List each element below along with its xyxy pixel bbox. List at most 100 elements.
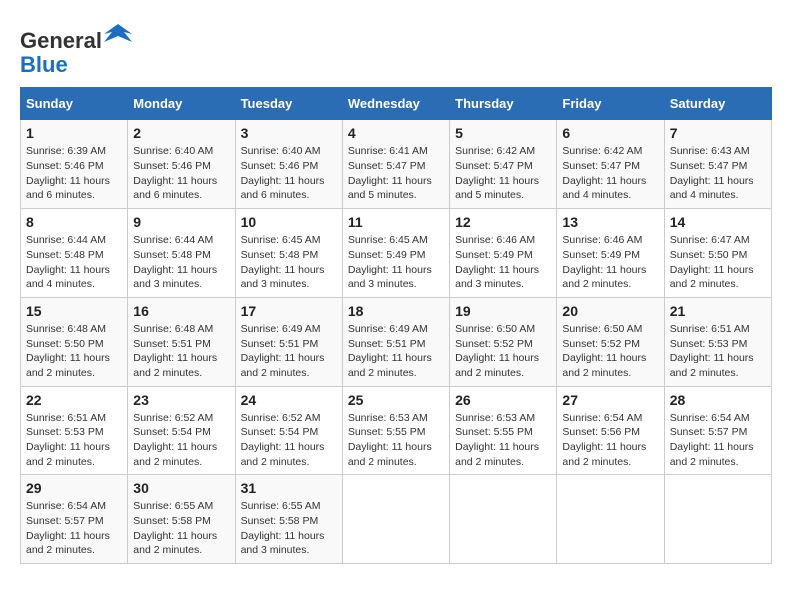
calendar-cell [664,475,771,564]
day-info: Sunrise: 6:45 AMSunset: 5:49 PMDaylight:… [348,233,444,292]
day-number: 31 [241,480,337,496]
calendar-cell: 21 Sunrise: 6:51 AMSunset: 5:53 PMDayligh… [664,297,771,386]
calendar-week-row: 22Sunrise: 6:51 AMSunset: 5:53 PMDayligh… [21,386,772,475]
calendar-cell: 3 Sunrise: 6:40 AMSunset: 5:46 PMDaylight… [235,120,342,209]
day-number: 3 [241,125,337,141]
day-number: 13 [562,214,658,230]
calendar-cell: 16Sunrise: 6:48 AMSunset: 5:51 PMDayligh… [128,297,235,386]
day-header-sunday: Sunday [21,88,128,120]
day-info: Sunrise: 6:51 AMSunset: 5:53 PMDaylight:… [670,322,766,381]
calendar-cell: 24 Sunrise: 6:52 AMSunset: 5:54 PMDayligh… [235,386,342,475]
day-info: Sunrise: 6:47 AMSunset: 5:50 PMDaylight:… [670,233,766,292]
day-number: 1 [26,125,122,141]
calendar-cell: 7 Sunrise: 6:43 AMSunset: 5:47 PMDaylight… [664,120,771,209]
day-info: Sunrise: 6:54 AMSunset: 5:57 PMDaylight:… [670,411,766,470]
logo-text: General Blue [20,20,132,77]
day-info: Sunrise: 6:54 AMSunset: 5:56 PMDaylight:… [562,411,658,470]
day-info: Sunrise: 6:55 AMSunset: 5:58 PMDaylight:… [133,499,229,558]
logo-bird-icon [104,20,132,48]
day-info: Sunrise: 6:42 AMSunset: 5:47 PMDaylight:… [562,144,658,203]
day-info: Sunrise: 6:43 AMSunset: 5:47 PMDaylight:… [670,144,766,203]
day-number: 25 [348,392,444,408]
calendar-cell: 15 Sunrise: 6:48 AMSunset: 5:50 PMDayligh… [21,297,128,386]
calendar-cell: 22Sunrise: 6:51 AMSunset: 5:53 PMDayligh… [21,386,128,475]
day-number: 16 [133,303,229,319]
day-number: 22 [26,392,122,408]
calendar-cell: 26 Sunrise: 6:53 AMSunset: 5:55 PMDayligh… [450,386,557,475]
day-number: 23 [133,392,229,408]
calendar-cell: 4 Sunrise: 6:41 AMSunset: 5:47 PMDaylight… [342,120,449,209]
calendar-week-row: 1Sunrise: 6:39 AMSunset: 5:46 PMDaylight… [21,120,772,209]
calendar-week-row: 29 Sunrise: 6:54 AMSunset: 5:57 PMDayligh… [21,475,772,564]
day-info: Sunrise: 6:53 AMSunset: 5:55 PMDaylight:… [348,411,444,470]
calendar-cell: 14 Sunrise: 6:47 AMSunset: 5:50 PMDayligh… [664,209,771,298]
day-info: Sunrise: 6:40 AMSunset: 5:46 PMDaylight:… [133,144,229,203]
day-number: 17 [241,303,337,319]
day-number: 4 [348,125,444,141]
day-number: 19 [455,303,551,319]
day-info: Sunrise: 6:41 AMSunset: 5:47 PMDaylight:… [348,144,444,203]
calendar-cell: 1Sunrise: 6:39 AMSunset: 5:46 PMDaylight… [21,120,128,209]
calendar-cell: 5 Sunrise: 6:42 AMSunset: 5:47 PMDaylight… [450,120,557,209]
day-info: Sunrise: 6:49 AMSunset: 5:51 PMDaylight:… [348,322,444,381]
day-number: 14 [670,214,766,230]
calendar-cell: 29 Sunrise: 6:54 AMSunset: 5:57 PMDayligh… [21,475,128,564]
day-number: 6 [562,125,658,141]
day-info: Sunrise: 6:52 AMSunset: 5:54 PMDaylight:… [133,411,229,470]
day-number: 26 [455,392,551,408]
calendar-week-row: 15 Sunrise: 6:48 AMSunset: 5:50 PMDayligh… [21,297,772,386]
calendar-header-row: SundayMondayTuesdayWednesdayThursdayFrid… [21,88,772,120]
day-number: 8 [26,214,122,230]
day-number: 18 [348,303,444,319]
day-number: 28 [670,392,766,408]
day-number: 12 [455,214,551,230]
day-number: 29 [26,480,122,496]
day-info: Sunrise: 6:46 AMSunset: 5:49 PMDaylight:… [562,233,658,292]
day-info: Sunrise: 6:52 AMSunset: 5:54 PMDaylight:… [241,411,337,470]
calendar-cell: 8Sunrise: 6:44 AMSunset: 5:48 PMDaylight… [21,209,128,298]
logo: General Blue [20,20,132,77]
day-number: 5 [455,125,551,141]
calendar-cell: 11 Sunrise: 6:45 AMSunset: 5:49 PMDayligh… [342,209,449,298]
calendar-cell: 23 Sunrise: 6:52 AMSunset: 5:54 PMDayligh… [128,386,235,475]
day-info: Sunrise: 6:50 AMSunset: 5:52 PMDaylight:… [562,322,658,381]
day-info: Sunrise: 6:40 AMSunset: 5:46 PMDaylight:… [241,144,337,203]
day-header-tuesday: Tuesday [235,88,342,120]
calendar-cell: 30 Sunrise: 6:55 AMSunset: 5:58 PMDayligh… [128,475,235,564]
day-info: Sunrise: 6:55 AMSunset: 5:58 PMDaylight:… [241,499,337,558]
day-header-thursday: Thursday [450,88,557,120]
day-info: Sunrise: 6:44 AMSunset: 5:48 PMDaylight:… [133,233,229,292]
calendar-cell [450,475,557,564]
day-info: Sunrise: 6:49 AMSunset: 5:51 PMDaylight:… [241,322,337,381]
day-info: Sunrise: 6:48 AMSunset: 5:50 PMDaylight:… [26,322,122,381]
calendar-cell [342,475,449,564]
day-info: Sunrise: 6:46 AMSunset: 5:49 PMDaylight:… [455,233,551,292]
day-number: 7 [670,125,766,141]
day-info: Sunrise: 6:54 AMSunset: 5:57 PMDaylight:… [26,499,122,558]
calendar-cell: 2 Sunrise: 6:40 AMSunset: 5:46 PMDaylight… [128,120,235,209]
day-info: Sunrise: 6:42 AMSunset: 5:47 PMDaylight:… [455,144,551,203]
day-number: 15 [26,303,122,319]
day-number: 24 [241,392,337,408]
calendar-cell: 12 Sunrise: 6:46 AMSunset: 5:49 PMDayligh… [450,209,557,298]
day-header-monday: Monday [128,88,235,120]
day-info: Sunrise: 6:53 AMSunset: 5:55 PMDaylight:… [455,411,551,470]
day-info: Sunrise: 6:45 AMSunset: 5:48 PMDaylight:… [241,233,337,292]
calendar-cell: 13 Sunrise: 6:46 AMSunset: 5:49 PMDayligh… [557,209,664,298]
day-number: 11 [348,214,444,230]
day-number: 30 [133,480,229,496]
calendar-cell: 17 Sunrise: 6:49 AMSunset: 5:51 PMDayligh… [235,297,342,386]
calendar-cell: 27Sunrise: 6:54 AMSunset: 5:56 PMDayligh… [557,386,664,475]
calendar-week-row: 8 Sunrise: 6:44 AMSunset: 5:48 PMDaylight… [21,209,772,298]
calendar-cell: 20Sunrise: 6:50 AMSunset: 5:52 PMDayligh… [557,297,664,386]
calendar-cell: 18 Sunrise: 6:49 AMSunset: 5:51 PMDayligh… [342,297,449,386]
day-number: 2 [133,125,229,141]
day-header-friday: Friday [557,88,664,120]
day-number: 21 [670,303,766,319]
calendar-cell: 6 Sunrise: 6:42 AMSunset: 5:47 PMDaylight… [557,120,664,209]
day-header-saturday: Saturday [664,88,771,120]
calendar-cell: 31 Sunrise: 6:55 AMSunset: 5:58 PMDayligh… [235,475,342,564]
logo-blue-text: Blue [20,52,68,77]
calendar-cell: 28 Sunrise: 6:54 AMSunset: 5:57 PMDayligh… [664,386,771,475]
logo-general: General [20,28,102,53]
